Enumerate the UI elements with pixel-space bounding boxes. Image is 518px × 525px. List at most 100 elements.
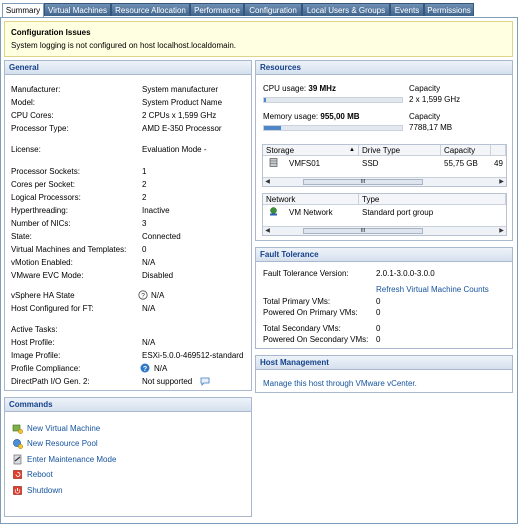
compliance-info-icon[interactable]: ? [140,363,150,375]
tab-performance[interactable]: Performance [190,3,244,16]
storage-name: VMFS01 [289,159,321,168]
tab-permissions[interactable]: Permissions [424,3,474,16]
tab-configuration[interactable]: Configuration [244,3,302,16]
command-link[interactable]: New Virtual Machine [27,424,100,433]
general-row-label: License: [11,145,41,154]
svg-text:?: ? [141,293,145,300]
tab-events[interactable]: Events [390,3,424,16]
sort-asc-icon: ▲ [349,147,355,153]
network-hscrollbar[interactable]: ◀ III ▶ [263,226,506,235]
storage-drive-type: SSD [362,159,379,168]
general-row-label: Active Tasks: [11,325,58,334]
manage-vcenter-link[interactable]: Manage this host through VMware vCenter. [263,379,417,388]
scroll-left-icon[interactable]: ◀ [263,178,272,186]
commands-panel: Commands New Virtual Machine New Resource… [4,397,252,517]
command-link[interactable]: Shutdown [27,486,63,495]
datastore-icon [269,158,278,167]
storage-col-header[interactable]: Storage ▲ [263,145,359,156]
ft-row-value: 0 [376,297,381,306]
tab-virtual-machines[interactable]: Virtual Machines [44,3,111,16]
host-management-panel: Host Management Manage this host through… [255,355,513,393]
host-management-header: Host Management [256,356,512,370]
general-row-label: Virtual Machines and Templates: [11,245,127,254]
ft-row-value: 0 [376,308,381,317]
command-link[interactable]: Enter Maintenance Mode [27,455,116,464]
general-row-value: Inactive [142,206,170,215]
general-row-label: Profile Compliance: [11,364,81,373]
general-row-label: Processor Sockets: [11,167,80,176]
general-row-label: Host Profile: [11,338,55,347]
cpu-usage-bar-fill [264,98,266,102]
cpu-usage: CPU usage: 39 MHz [263,84,336,93]
config-issues-title: Configuration Issues [11,28,91,37]
general-row-value: 3 [142,219,147,228]
thumb-grip: III [360,228,366,234]
new-vm-icon[interactable] [12,423,23,436]
general-row-value: System Product Name [142,98,223,107]
general-row-value: 0 [142,245,147,254]
capacity-col-header[interactable]: Capacity [441,145,491,156]
network-type-col-header[interactable]: Type [359,194,506,205]
general-row-value: N/A [151,291,165,300]
general-row-label: DirectPath I/O Gen. 2: [11,377,90,386]
tab-local-users-groups[interactable]: Local Users & Groups [302,3,390,16]
general-row-value: 2 CPUs x 1,599 GHz [142,111,217,120]
cpu-capacity-label: Capacity [409,84,441,93]
general-row-value: Disabled [142,271,174,280]
general-row-label: Model: [11,98,36,107]
command-link[interactable]: Reboot [27,470,53,479]
network-type: Standard port group [362,208,434,217]
network-col-header[interactable]: Network [263,194,359,205]
help-icon[interactable]: ? [138,290,148,302]
general-row-label: Manufacturer: [11,85,61,94]
storage-col-label: Storage [266,146,295,155]
cpu-usage-label: CPU usage: [263,84,307,93]
storage-hscrollbar[interactable]: ◀ III ▶ [263,177,506,186]
general-row-label: Host Configured for FT: [11,304,94,313]
general-row-label: Hyperthreading: [11,206,68,215]
scrollbar-thumb[interactable]: III [303,228,423,234]
general-row-label: Processor Type: [11,124,69,133]
maintenance-icon[interactable] [12,454,23,467]
command-link[interactable]: New Resource Pool [27,439,98,448]
drive-type-col-header[interactable]: Drive Type [359,145,441,156]
general-row-label: vMotion Enabled: [11,258,73,267]
shutdown-icon[interactable] [12,485,23,498]
general-row-label: Cores per Socket: [11,180,76,189]
general-row-value: N/A [142,258,156,267]
network-name: VM Network [289,208,333,217]
tab-resource-allocation[interactable]: Resource Allocation [111,3,190,16]
reboot-icon[interactable] [12,469,23,482]
ft-row-value: 0 [376,324,381,333]
storage-extra: 49 [494,159,503,168]
scroll-left-icon[interactable]: ◀ [263,227,272,235]
network-row[interactable]: VM Network Standard port group [263,206,506,218]
general-row-label: State: [11,232,32,241]
ft-row-label: Total Secondary VMs: [263,324,341,333]
cpu-capacity-value: 2 x 1,599 GHz [409,95,461,104]
memory-usage-bar [263,125,403,131]
fault-tolerance-header: Fault Tolerance [256,248,512,262]
general-row-value: ESXi-5.0.0-469512-standard [142,351,244,360]
storage-grid: Storage ▲ Drive Type Capacity VMFS01 SSD … [262,144,507,187]
comment-icon[interactable] [200,377,210,388]
general-row-label: Number of NICs: [11,219,71,228]
config-issues-message: System logging is not configured on host… [11,41,237,50]
scroll-right-icon[interactable]: ▶ [497,227,506,235]
extra-col-header[interactable] [491,145,506,156]
ft-row-value: 0 [376,335,381,344]
ft-version-value: 2.0.1-3.0.0-3.0.0 [376,269,435,278]
resources-header: Resources [256,61,512,75]
scroll-right-icon[interactable]: ▶ [497,178,506,186]
general-row-label: vSphere HA State [11,291,75,300]
scrollbar-thumb[interactable]: III [303,179,423,185]
refresh-vm-counts-link[interactable]: Refresh Virtual Machine Counts [376,285,489,294]
resource-pool-icon[interactable] [12,438,23,451]
general-row-value: System manufacturer [142,85,219,94]
general-panel: General Manufacturer: System manufacturer… [4,60,252,391]
tab-summary[interactable]: Summary [2,3,44,18]
storage-row[interactable]: VMFS01 SSD 55,75 GB 49 [263,157,506,169]
memory-usage: Memory usage: 955,00 MB [263,112,360,121]
memory-capacity-value: 7788,17 MB [409,123,453,132]
general-row-value: 2 [142,193,147,202]
